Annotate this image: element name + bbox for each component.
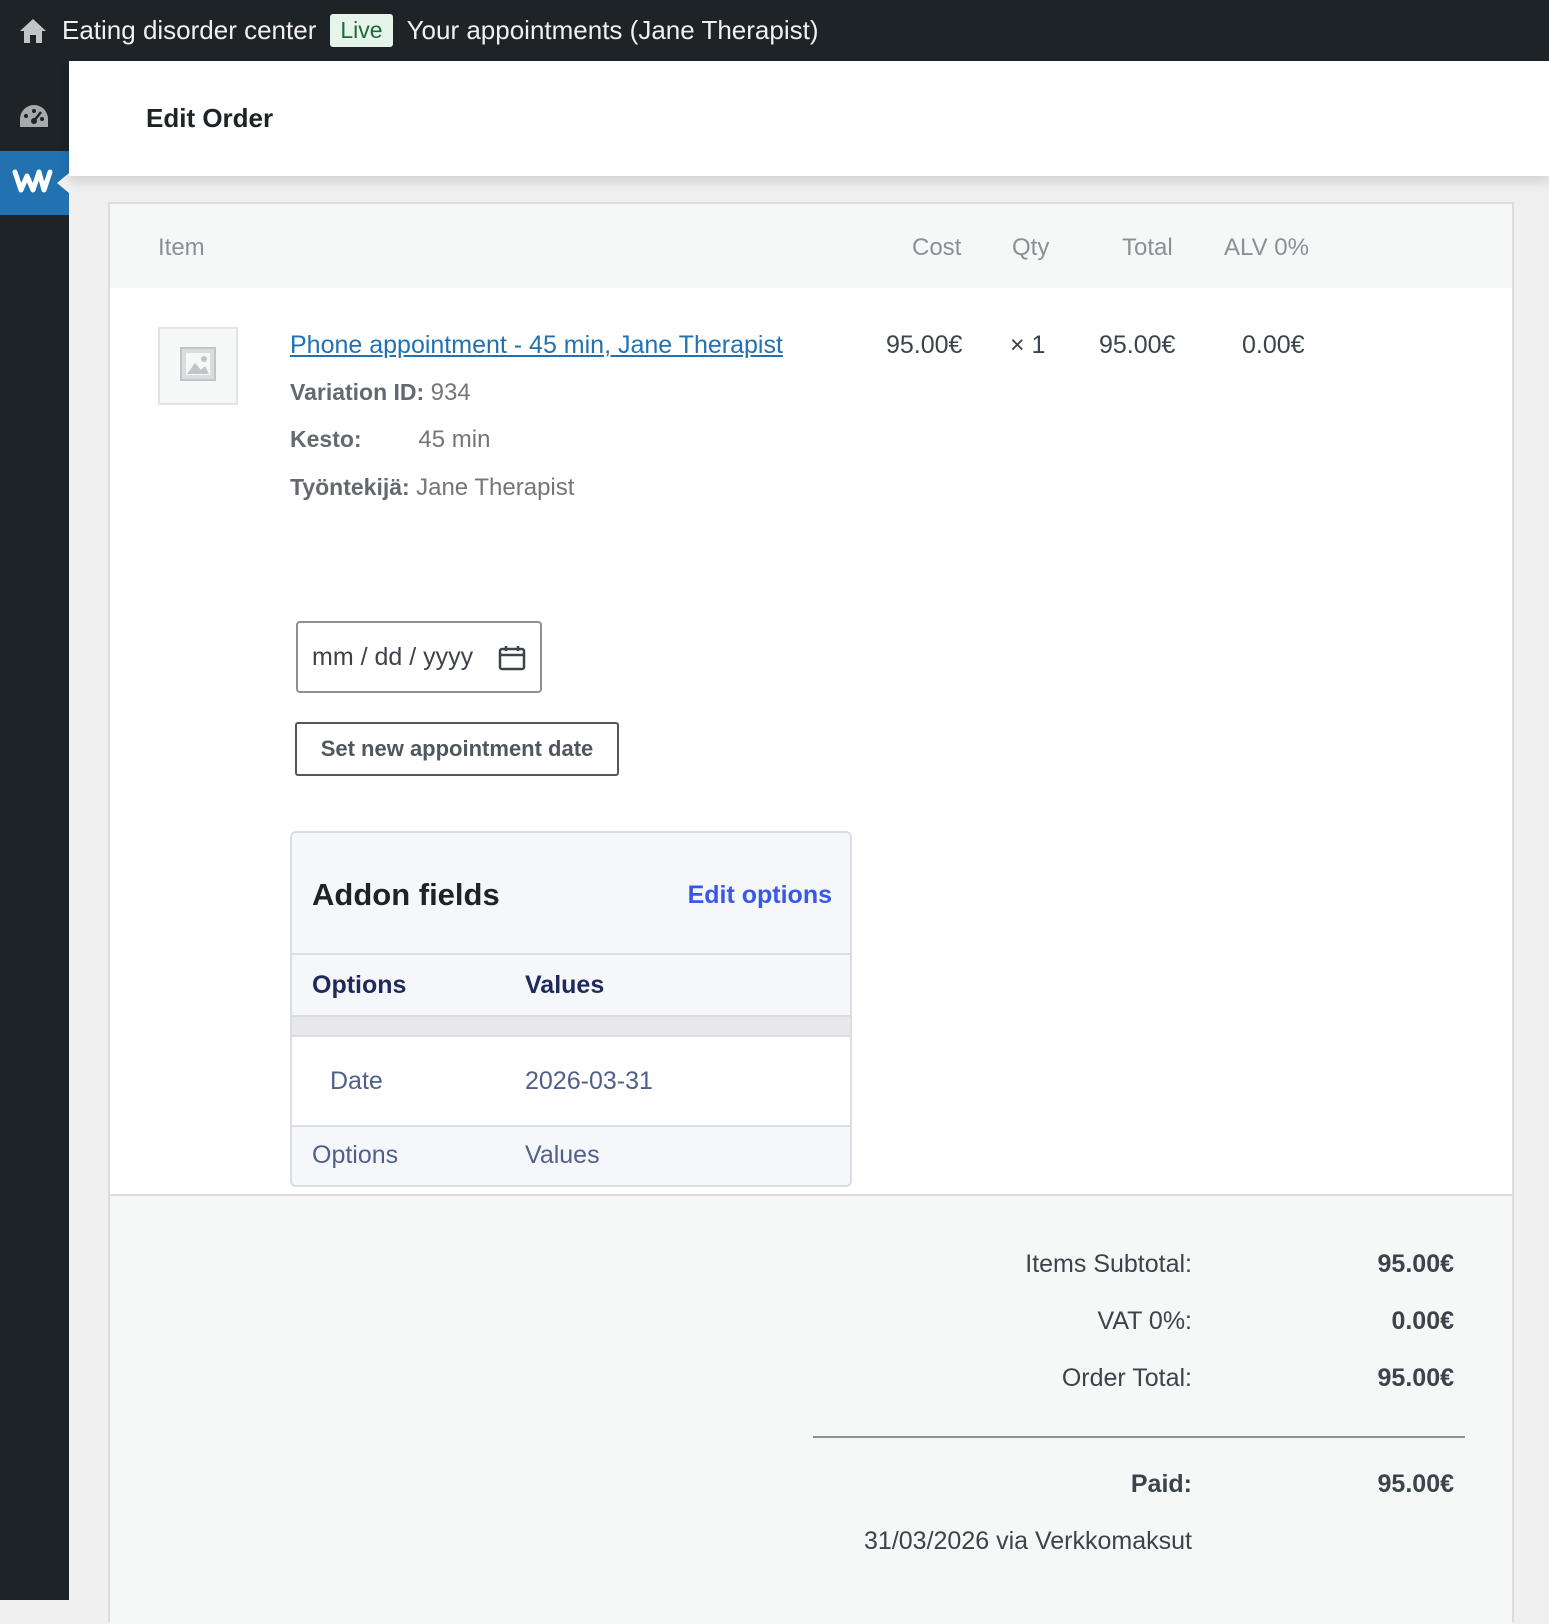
employee-meta: Työntekijä: Jane Therapist — [290, 474, 574, 502]
paid-label: Paid: — [1130, 1470, 1192, 1498]
woocommerce-menu-item[interactable] — [0, 151, 69, 215]
col-tax: ALV 0% — [1224, 234, 1309, 261]
order-total-label: Order Total: — [1061, 1364, 1192, 1392]
vat-label: VAT 0%: — [1097, 1307, 1192, 1335]
product-link[interactable]: Phone appointment - 45 min, Jane Therapi… — [290, 331, 783, 360]
items-table-header: Item Cost Qty Total ALV 0% — [110, 204, 1512, 288]
addon-col-values: Values — [525, 971, 605, 999]
addon-footer-options: Options — [312, 1141, 399, 1169]
subtotal-label: Items Subtotal: — [1025, 1250, 1192, 1278]
addon-fields-box: Addon fields Edit options Options Values… — [290, 831, 852, 1187]
item-tax: 0.00€ — [1242, 331, 1305, 359]
site-name-link[interactable]: Eating disorder center — [62, 15, 316, 46]
col-item: Item — [158, 234, 205, 261]
item-cost: 95.00€ — [886, 331, 963, 359]
calendar-icon[interactable] — [498, 645, 526, 671]
subtotal-value: 95.00€ — [1377, 1250, 1454, 1278]
home-icon[interactable] — [16, 14, 50, 48]
addon-header: Addon fields Edit options — [292, 833, 850, 955]
variation-label: Variation ID: — [290, 379, 425, 405]
kesto-value: 45 min — [418, 426, 491, 453]
addon-table-header: Options Values — [292, 955, 850, 1015]
col-cost: Cost — [912, 234, 962, 261]
addon-row-option: Date — [330, 1067, 383, 1095]
appointments-link[interactable]: Your appointments (Jane Therapist) — [407, 15, 819, 46]
set-appointment-date-button[interactable]: Set new appointment date — [295, 722, 619, 776]
addon-col-options: Options — [312, 971, 407, 999]
item-total: 95.00€ — [1099, 331, 1176, 359]
variation-value: 934 — [430, 379, 471, 406]
appointment-date-input[interactable]: mm / dd / yyyy — [296, 621, 542, 693]
kesto-meta: Kesto: 45 min — [290, 426, 490, 454]
addon-table-footer: Options Values — [292, 1127, 850, 1185]
addon-footer-values: Values — [525, 1141, 600, 1169]
kesto-label: Kesto: — [290, 426, 362, 452]
paid-value: 95.00€ — [1377, 1470, 1454, 1498]
item-qty: × 1 — [1010, 331, 1046, 359]
order-totals: Items Subtotal: 95.00€ VAT 0%: 0.00€ Ord… — [110, 1194, 1512, 1624]
col-qty: Qty — [1012, 234, 1050, 261]
live-badge: Live — [330, 14, 393, 47]
employee-value: Jane Therapist — [416, 474, 575, 501]
vat-value: 0.00€ — [1391, 1307, 1454, 1335]
page-title: Edit Order — [146, 103, 274, 133]
order-items-panel: Item Cost Qty Total ALV 0% Phone appoint… — [108, 202, 1514, 1624]
image-placeholder-icon — [180, 346, 216, 386]
variation-meta: Variation ID: 934 — [290, 379, 471, 407]
current-menu-arrow — [57, 173, 69, 193]
col-total: Total — [1122, 234, 1173, 261]
order-total-value: 95.00€ — [1377, 1364, 1454, 1392]
totals-divider — [813, 1436, 1465, 1438]
addon-row: Date 2026-03-31 — [292, 1037, 850, 1127]
addon-title: Addon fields — [312, 877, 500, 912]
dashboard-icon[interactable] — [16, 99, 52, 135]
employee-label: Työntekijä: — [290, 474, 410, 500]
paid-note: 31/03/2026 via Verkkomaksut — [864, 1527, 1192, 1555]
edit-options-link[interactable]: Edit options — [688, 881, 832, 910]
addon-row-value: 2026-03-31 — [525, 1067, 653, 1095]
page-header: Edit Order — [69, 61, 1549, 176]
date-placeholder: mm / dd / yyyy — [312, 642, 474, 671]
woocommerce-icon — [12, 166, 54, 201]
product-thumbnail — [158, 327, 238, 405]
admin-sidebar — [0, 61, 69, 1600]
addon-divider — [292, 1015, 850, 1037]
admin-bar: Eating disorder center Live Your appoint… — [0, 0, 1549, 61]
